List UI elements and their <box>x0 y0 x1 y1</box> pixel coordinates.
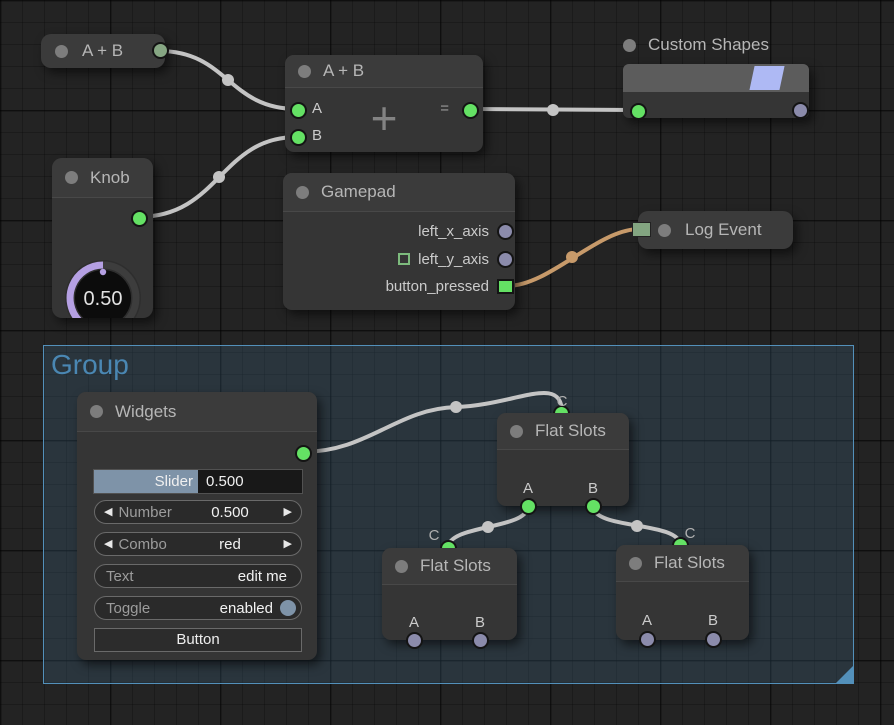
slider-value: 0.500 <box>206 470 244 493</box>
node-widgets[interactable]: Widgets Slider 0.500 ◀ Number 0.500 ▶ ◀ … <box>77 392 317 660</box>
text-label: Text <box>106 568 134 585</box>
output-label-b: B <box>472 614 488 631</box>
node-title: Knob <box>90 168 130 188</box>
output-label-a: A <box>406 614 422 631</box>
node-custom-shapes-title[interactable]: Custom Shapes <box>623 35 769 55</box>
collapse-dot-icon[interactable] <box>65 171 78 184</box>
node-custom-shapes[interactable] <box>623 64 809 118</box>
group-resize-handle[interactable] <box>836 666 853 683</box>
wire-dot[interactable] <box>566 251 578 263</box>
toggle-label: Toggle <box>106 600 150 617</box>
output-label-a: A <box>520 480 536 497</box>
number-value: 0.500 <box>195 504 265 521</box>
combo-label: Combo <box>118 536 166 553</box>
slider-widget[interactable]: Slider 0.500 <box>94 470 302 493</box>
combo-value: red <box>195 536 265 553</box>
plus-icon: + <box>285 91 483 145</box>
node-title: Flat Slots <box>535 421 606 441</box>
toggle-knob-icon[interactable] <box>280 600 296 616</box>
output-slot[interactable] <box>295 445 312 462</box>
collapse-dot-icon[interactable] <box>510 425 523 438</box>
collapse-dot-icon[interactable] <box>395 560 408 573</box>
output-slot-b[interactable] <box>585 498 602 515</box>
checkbox-icon[interactable] <box>398 253 410 265</box>
output-label: button_pressed <box>386 278 489 295</box>
collapse-dot-icon[interactable] <box>298 65 311 78</box>
output-label: left_y_axis <box>418 251 489 268</box>
output-label-b: B <box>585 480 601 497</box>
output-slot-a[interactable] <box>520 498 537 515</box>
text-widget[interactable]: Text edit me <box>94 564 302 588</box>
input-slot[interactable] <box>630 103 647 120</box>
node-title: Flat Slots <box>420 556 491 576</box>
node-flat-slots-right[interactable]: C Flat Slots A B <box>616 545 749 640</box>
text-value: edit me <box>238 568 287 585</box>
event-output-slot[interactable] <box>497 279 514 294</box>
node-title: Flat Slots <box>654 553 725 573</box>
wire-dot[interactable] <box>547 104 559 116</box>
wire-dot[interactable] <box>222 74 234 86</box>
output-slot-a[interactable] <box>406 632 423 649</box>
left-arrow-icon[interactable]: ◀ <box>104 539 112 550</box>
custom-shape-bar <box>623 64 809 92</box>
node-title: A + B <box>323 61 364 81</box>
node-add[interactable]: A + B A B + = <box>285 55 483 152</box>
output-slot[interactable] <box>792 102 809 119</box>
output-slot[interactable] <box>152 42 169 59</box>
output-slot-a[interactable] <box>639 631 656 648</box>
collapse-dot-icon[interactable] <box>623 39 636 52</box>
toggle-widget[interactable]: Toggle enabled <box>94 596 302 620</box>
node-flat-slots-top[interactable]: C Flat Slots A B <box>497 413 629 506</box>
wire-knob-to-addB <box>138 137 297 217</box>
input-label-c: C <box>554 393 570 410</box>
node-title: Gamepad <box>321 182 396 202</box>
wire-add-to-customshapes <box>470 109 637 110</box>
knob-value: 0.50 <box>84 288 123 310</box>
node-flat-slots-left[interactable]: C Flat Slots A B <box>382 548 517 640</box>
collapse-dot-icon[interactable] <box>90 405 103 418</box>
node-log-event[interactable]: Log Event <box>638 211 793 249</box>
combo-widget[interactable]: ◀ Combo red ▶ <box>94 532 302 556</box>
node-add-collapsed[interactable]: A + B <box>41 34 165 68</box>
button-widget[interactable]: Button <box>94 628 302 652</box>
wire-event-gamepad-to-logevent <box>507 229 640 286</box>
output-label-b: B <box>705 612 721 629</box>
slider-label: Slider <box>155 473 193 490</box>
node-title: Widgets <box>115 402 176 422</box>
node-editor-canvas[interactable]: Group A + B A + B A B + = <box>0 0 894 725</box>
output-label-a: A <box>639 612 655 629</box>
collapse-dot-icon[interactable] <box>629 557 642 570</box>
node-title: Custom Shapes <box>648 35 769 55</box>
node-title: Log Event <box>685 220 762 240</box>
slider-fill: Slider <box>94 470 198 493</box>
output-slot-b[interactable] <box>472 632 489 649</box>
toggle-value: enabled <box>220 600 273 617</box>
input-label-c: C <box>426 527 442 544</box>
group-title[interactable]: Group <box>51 349 129 381</box>
output-label: = <box>440 100 449 117</box>
input-label-c: C <box>682 525 698 542</box>
right-arrow-icon[interactable]: ▶ <box>284 539 292 550</box>
knob-dial[interactable]: 0.50 <box>52 198 153 318</box>
custom-shape-parallelogram <box>749 66 784 90</box>
collapse-dot-icon[interactable] <box>296 186 309 199</box>
collapse-dot-icon[interactable] <box>55 45 68 58</box>
node-gamepad[interactable]: Gamepad left_x_axis left_y_axis button_p… <box>283 173 515 310</box>
right-arrow-icon[interactable]: ▶ <box>284 507 292 518</box>
wire-dot[interactable] <box>213 171 225 183</box>
node-knob[interactable]: Knob 0.50 <box>52 158 153 318</box>
number-widget[interactable]: ◀ Number 0.500 ▶ <box>94 500 302 524</box>
number-label: Number <box>118 504 171 521</box>
output-slot-leftx[interactable] <box>497 223 514 240</box>
output-label: left_x_axis <box>418 223 489 240</box>
output-slot-lefty[interactable] <box>497 251 514 268</box>
output-slot[interactable] <box>462 102 479 119</box>
collapse-dot-icon[interactable] <box>658 224 671 237</box>
output-slot-b[interactable] <box>705 631 722 648</box>
node-title: A + B <box>82 41 123 61</box>
left-arrow-icon[interactable]: ◀ <box>104 507 112 518</box>
wire-addcollapsed-to-addA <box>159 51 297 109</box>
event-input-slot[interactable] <box>632 222 651 237</box>
